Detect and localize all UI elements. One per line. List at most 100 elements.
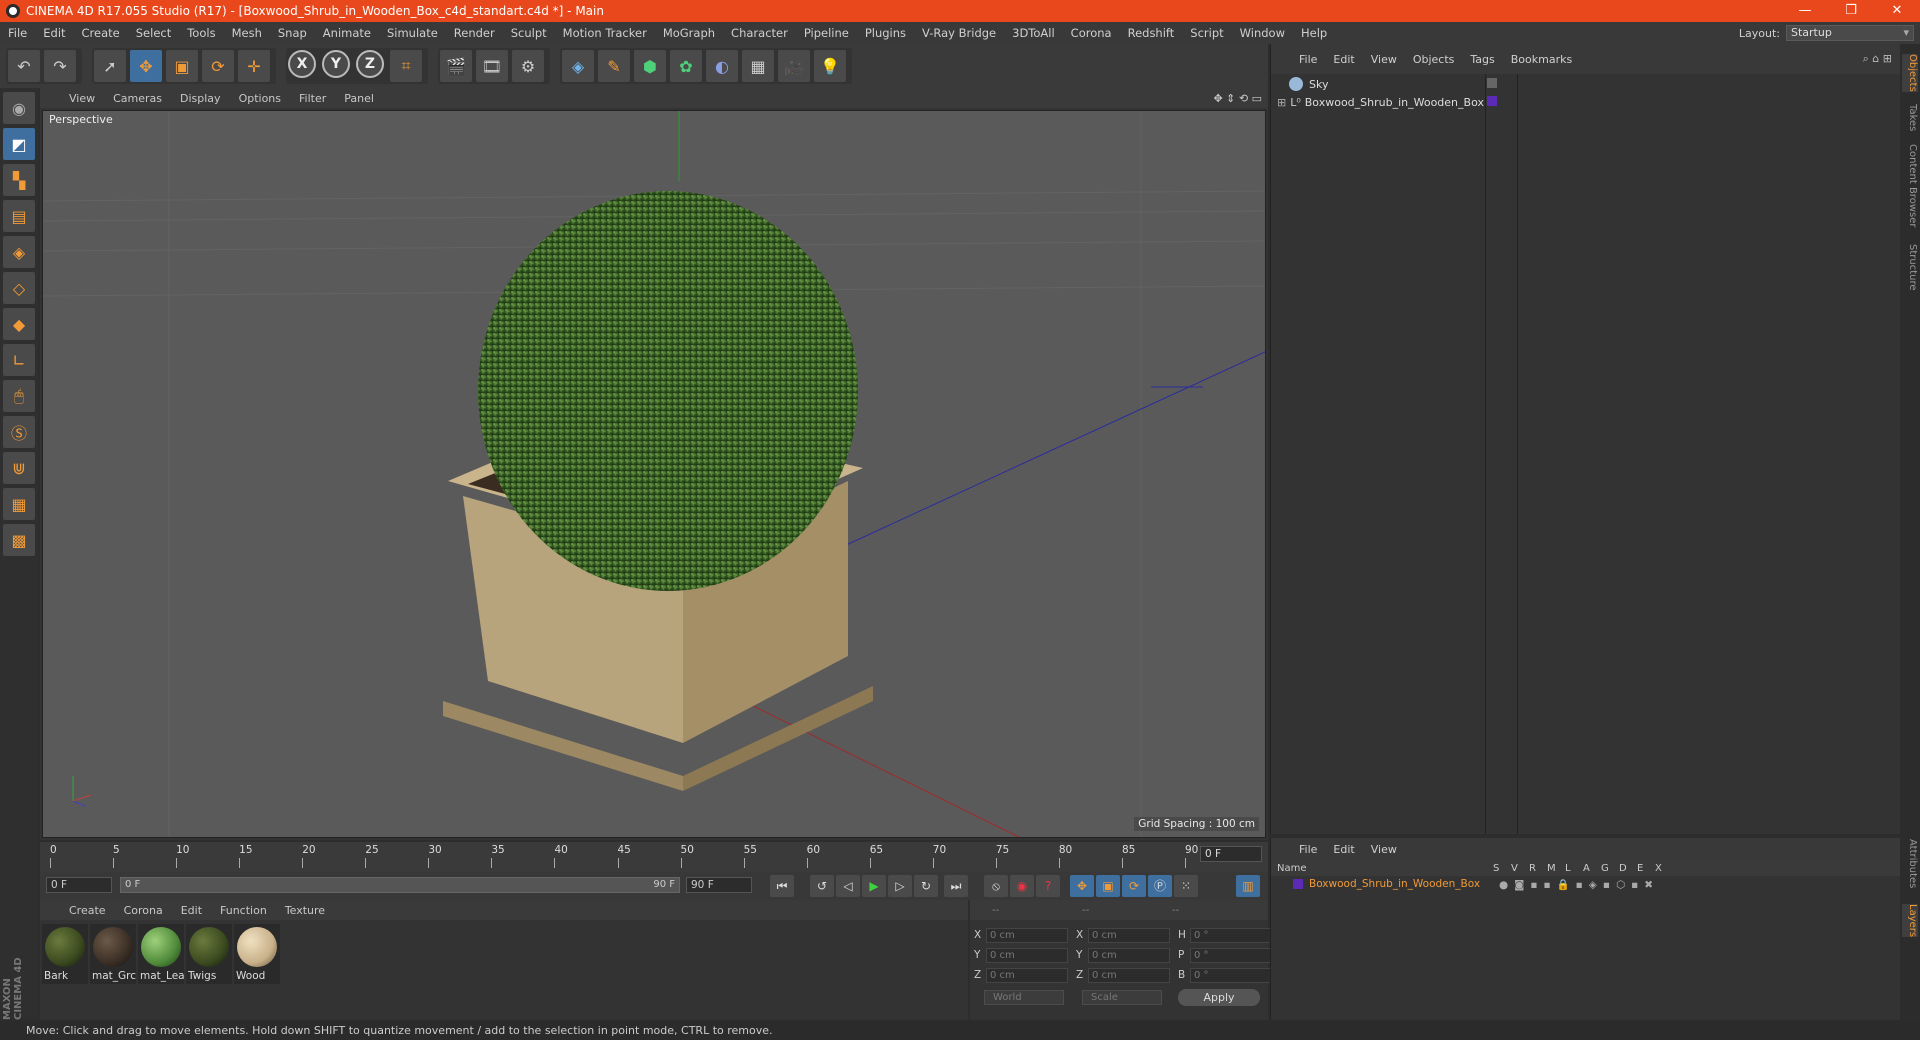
obj-menu-view[interactable]: View [1363, 53, 1405, 66]
expand-icon[interactable]: ⊞ [1277, 96, 1286, 109]
edges-mode-icon[interactable]: ◇ [3, 272, 35, 304]
previous-frame-icon[interactable]: ◁ [836, 875, 860, 897]
perspective-viewport[interactable]: Perspective Grid Spacing : 100 cm [42, 110, 1266, 838]
floor-icon[interactable]: ▦ [742, 50, 774, 82]
key-parameter-icon[interactable]: Ⓟ [1148, 875, 1172, 897]
autokey-icon[interactable]: ◉ [1010, 875, 1034, 897]
axis-mode-icon[interactable]: ∟ [3, 344, 35, 376]
undo-icon[interactable]: ↶ [8, 50, 40, 82]
layer-name[interactable]: Boxwood_Shrub_in_Wooden_Box [1309, 878, 1499, 890]
layer-color-swatch[interactable] [1293, 879, 1303, 889]
menu-file[interactable]: File [0, 26, 35, 40]
menu-script[interactable]: Script [1182, 26, 1231, 40]
menu-mesh[interactable]: Mesh [224, 26, 270, 40]
obj-menu-tags[interactable]: Tags [1462, 53, 1502, 66]
rotation-p-field[interactable]: 0 ° [1190, 947, 1272, 963]
coordinate-system-icon[interactable]: ⌗ [390, 50, 422, 82]
timeline-window-icon[interactable]: ▥ [1236, 875, 1260, 897]
tab-objects[interactable]: Objects [1902, 54, 1918, 92]
next-frame-icon[interactable]: ▷ [888, 875, 912, 897]
tab-content-browser[interactable]: Content Browser [1902, 144, 1918, 227]
material-swatch[interactable]: mat_Lea [138, 924, 184, 984]
next-key-icon[interactable]: ↻ [914, 875, 938, 897]
material-swatch[interactable]: Twigs [186, 924, 232, 984]
tab-attributes[interactable]: Attributes [1902, 839, 1918, 888]
viewport-menu-filter[interactable]: Filter [290, 92, 335, 105]
layer-color-tag[interactable] [1487, 96, 1497, 106]
close-button[interactable]: ✕ [1874, 0, 1920, 22]
transform-tool-icon[interactable]: ✛ [238, 50, 270, 82]
menu-render[interactable]: Render [446, 26, 503, 40]
menu-simulate[interactable]: Simulate [379, 26, 446, 40]
layer-menu-edit[interactable]: Edit [1325, 843, 1362, 856]
x-axis-lock-icon[interactable]: X [288, 50, 316, 78]
viewport-menu-cameras[interactable]: Cameras [104, 92, 171, 105]
menu-vray-bridge[interactable]: V-Ray Bridge [914, 26, 1004, 40]
start-frame-field[interactable]: 0 F [46, 877, 112, 893]
render-settings-icon[interactable]: ⚙ [512, 50, 544, 82]
viewport-nav-icons[interactable]: ✥ ⇕ ⟲ ▭ [1204, 92, 1268, 105]
restore-button[interactable]: ❐ [1828, 0, 1874, 22]
menu-pipeline[interactable]: Pipeline [796, 26, 857, 40]
mat-menu-texture[interactable]: Texture [276, 904, 334, 917]
key-pla-icon[interactable]: ⁙ [1174, 875, 1198, 897]
snapping-icon[interactable]: ⋓ [3, 452, 35, 484]
planar-workplane-icon[interactable]: ▩ [3, 524, 35, 556]
position-y-field[interactable]: 0 cm [986, 947, 1068, 963]
light-icon[interactable]: 💡 [814, 50, 846, 82]
workplane-mode-icon[interactable]: ▤ [3, 200, 35, 232]
preview-range-slider[interactable]: 0 F 90 F [120, 877, 680, 893]
mat-menu-function[interactable]: Function [211, 904, 276, 917]
move-tool-icon[interactable]: ✥ [130, 50, 162, 82]
menu-window[interactable]: Window [1232, 26, 1293, 40]
menu-snap[interactable]: Snap [270, 26, 315, 40]
mat-menu-edit[interactable]: Edit [172, 904, 211, 917]
rotation-h-field[interactable]: 0 ° [1190, 927, 1272, 943]
menu-animate[interactable]: Animate [315, 26, 379, 40]
menu-select[interactable]: Select [128, 26, 179, 40]
menu-create[interactable]: Create [74, 26, 128, 40]
scale-tool-icon[interactable]: ▣ [166, 50, 198, 82]
make-editable-icon[interactable]: ◉ [3, 92, 35, 124]
obj-menu-edit[interactable]: Edit [1325, 53, 1362, 66]
mat-menu-create[interactable]: Create [60, 904, 115, 917]
subdivision-surface-icon[interactable]: ⬢ [634, 50, 666, 82]
object-row-boxwood[interactable]: ⊞ L⁰ Boxwood_Shrub_in_Wooden_Box [1277, 93, 1484, 111]
play-icon[interactable]: ▶ [862, 875, 886, 897]
viewport-menu-options[interactable]: Options [230, 92, 290, 105]
size-z-field[interactable]: 0 cm [1088, 967, 1170, 983]
go-to-start-icon[interactable]: ⏮ [770, 875, 794, 897]
obj-menu-file[interactable]: File [1291, 53, 1325, 66]
texture-mode-icon[interactable]: ▚ [3, 164, 35, 196]
tweak-mode-icon[interactable]: 🖱 [3, 380, 35, 412]
position-x-field[interactable]: 0 cm [986, 927, 1068, 943]
menu-plugins[interactable]: Plugins [857, 26, 914, 40]
points-mode-icon[interactable]: ◈ [3, 236, 35, 268]
z-axis-lock-icon[interactable]: Z [356, 50, 384, 78]
size-y-field[interactable]: 0 cm [1088, 947, 1170, 963]
tab-structure[interactable]: Structure [1902, 244, 1918, 291]
menu-redshift[interactable]: Redshift [1120, 26, 1183, 40]
object-row-sky[interactable]: Sky [1277, 75, 1328, 93]
end-frame-field[interactable]: 90 F [686, 877, 752, 893]
cube-primitive-icon[interactable]: ◈ [562, 50, 594, 82]
render-view-icon[interactable]: 🎬 [440, 50, 472, 82]
live-selection-icon[interactable]: ➚ [94, 50, 126, 82]
current-frame-field[interactable]: 0 F [1200, 846, 1262, 862]
key-position-icon[interactable]: ✥ [1070, 875, 1094, 897]
obj-menu-bookmarks[interactable]: Bookmarks [1503, 53, 1580, 66]
layer-menu-view[interactable]: View [1363, 843, 1405, 856]
rotation-b-field[interactable]: 0 ° [1190, 967, 1272, 983]
y-axis-lock-icon[interactable]: Y [322, 50, 350, 78]
obj-menu-objects[interactable]: Objects [1405, 53, 1463, 66]
viewport-menu-display[interactable]: Display [171, 92, 230, 105]
timeline-ruler[interactable]: 0 5 10 15 20 25 30 35 40 45 50 55 60 65 70 75 80 85 90 0 F [40, 842, 1268, 872]
material-swatch[interactable]: Bark [42, 924, 88, 984]
material-swatch[interactable]: Wood [234, 924, 280, 984]
record-keys-icon[interactable]: ⦸ [984, 875, 1008, 897]
viewport-menu-view[interactable]: View [60, 92, 104, 105]
tab-takes[interactable]: Takes [1902, 104, 1918, 131]
obj-search-icon[interactable]: ⌕ ⌂ ⊞ [1855, 52, 1900, 66]
menu-character[interactable]: Character [723, 26, 796, 40]
solo-icon[interactable]: Ⓢ [3, 416, 35, 448]
